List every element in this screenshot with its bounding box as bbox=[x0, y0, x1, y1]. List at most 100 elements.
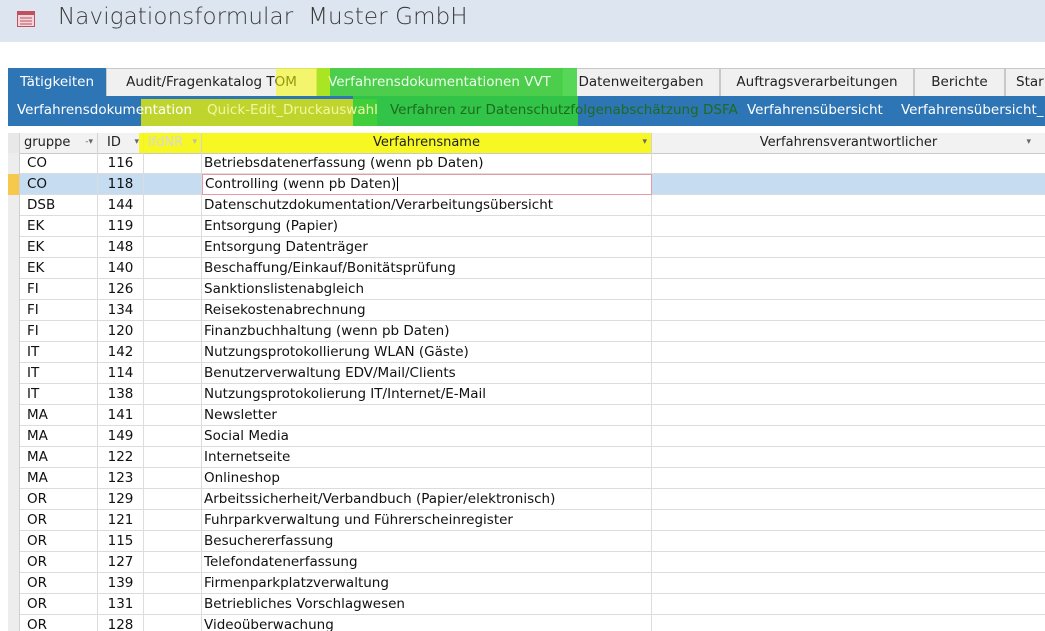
cell-gruppe[interactable]: CO bbox=[20, 153, 98, 174]
record-selector[interactable] bbox=[8, 153, 20, 174]
cell-id[interactable]: 129 bbox=[98, 489, 144, 510]
cell-verfahrensname[interactable]: Benutzerverwaltung EDV/Mail/Clients bbox=[202, 363, 652, 384]
subtab-verfahrensuebersicht-2[interactable]: Verfahrensübersicht_ bbox=[901, 96, 1044, 126]
tab-verfahrensdokumentationen[interactable]: Verfahrensdokumentationen VVT bbox=[317, 68, 562, 96]
cell-verfahrensverantwortlicher[interactable] bbox=[652, 174, 1045, 195]
cell-verfahrensname[interactable]: Telefondatenerfassung bbox=[202, 552, 652, 573]
table-row[interactable]: OR 127 Telefondatenerfassung bbox=[8, 552, 1045, 573]
tab-berichte[interactable]: Berichte bbox=[914, 68, 1005, 96]
cell-verfahrensverantwortlicher[interactable] bbox=[652, 216, 1045, 237]
record-selector[interactable] bbox=[8, 321, 20, 342]
chevron-down-icon[interactable]: ▾ bbox=[642, 133, 647, 152]
column-header-verfahrensname[interactable]: Verfahrensname ▾ bbox=[202, 133, 652, 153]
select-all-corner[interactable] bbox=[8, 133, 20, 153]
record-selector[interactable] bbox=[8, 552, 20, 573]
cell-lfdnr[interactable] bbox=[144, 363, 202, 384]
cell-verfahrensverantwortlicher[interactable] bbox=[652, 447, 1045, 468]
cell-lfdnr[interactable] bbox=[144, 510, 202, 531]
table-row[interactable]: OR 129 Arbeitssicherheit/Verbandbuch (Papi… bbox=[8, 489, 1045, 510]
cell-id[interactable]: 144 bbox=[98, 195, 144, 216]
cell-verfahrensname[interactable]: Internetseite bbox=[202, 447, 652, 468]
cell-lfdnr[interactable] bbox=[144, 405, 202, 426]
cell-id[interactable]: 121 bbox=[98, 510, 144, 531]
tab-taetigkeiten[interactable]: Tätigkeiten bbox=[8, 68, 106, 96]
record-selector[interactable] bbox=[8, 615, 20, 631]
subtab-quick-edit[interactable]: Quick-Edit_Druckauswahl bbox=[207, 96, 378, 126]
cell-id[interactable]: 138 bbox=[98, 384, 144, 405]
cell-verfahrensverantwortlicher[interactable] bbox=[652, 573, 1045, 594]
record-selector[interactable] bbox=[8, 279, 20, 300]
table-row[interactable]: OR 139 Firmenparkplatzverwaltung bbox=[8, 573, 1045, 594]
cell-id[interactable]: 123 bbox=[98, 468, 144, 489]
table-row[interactable]: FI 134 Reisekostenabrechnung bbox=[8, 300, 1045, 321]
table-row[interactable]: CO 116 Betriebsdatenerfassung (wenn pb Dat… bbox=[8, 153, 1045, 174]
cell-lfdnr[interactable] bbox=[144, 468, 202, 489]
cell-lfdnr[interactable] bbox=[144, 153, 202, 174]
tab-start[interactable]: Star bbox=[1005, 68, 1045, 96]
table-row[interactable]: OR 115 Besuchererfassung bbox=[8, 531, 1045, 552]
cell-gruppe[interactable]: DSB bbox=[20, 195, 98, 216]
table-row[interactable]: MA 141 Newsletter bbox=[8, 405, 1045, 426]
cell-verfahrensverantwortlicher[interactable] bbox=[652, 615, 1045, 631]
cell-id[interactable]: 142 bbox=[98, 342, 144, 363]
filter-icon[interactable]: -▾ bbox=[85, 133, 93, 152]
table-row[interactable]: IT 114 Benutzerverwaltung EDV/Mail/Clients bbox=[8, 363, 1045, 384]
record-selector[interactable] bbox=[8, 468, 20, 489]
table-row[interactable]: OR 128 Videoüberwachung bbox=[8, 615, 1045, 631]
cell-verfahrensverantwortlicher[interactable] bbox=[652, 279, 1045, 300]
cell-lfdnr[interactable] bbox=[144, 426, 202, 447]
cell-lfdnr[interactable] bbox=[144, 594, 202, 615]
cell-id[interactable]: 140 bbox=[98, 258, 144, 279]
cell-gruppe[interactable]: EK bbox=[20, 258, 98, 279]
cell-id[interactable]: 131 bbox=[98, 594, 144, 615]
record-selector[interactable] bbox=[8, 300, 20, 321]
cell-id[interactable]: 126 bbox=[98, 279, 144, 300]
record-selector[interactable] bbox=[8, 384, 20, 405]
cell-verfahrensverantwortlicher[interactable] bbox=[652, 594, 1045, 615]
chevron-down-icon[interactable]: ▾ bbox=[1026, 133, 1031, 152]
table-row[interactable]: CO 118 Controlling (wenn pb Daten) bbox=[8, 174, 1045, 195]
cell-verfahrensname[interactable]: Reisekostenabrechnung bbox=[202, 300, 652, 321]
cell-id[interactable]: 128 bbox=[98, 615, 144, 631]
cell-gruppe[interactable]: OR bbox=[20, 489, 98, 510]
record-selector[interactable] bbox=[8, 174, 20, 195]
cell-lfdnr[interactable] bbox=[144, 195, 202, 216]
table-row[interactable]: MA 123 Onlineshop bbox=[8, 468, 1045, 489]
table-row[interactable]: MA 122 Internetseite bbox=[8, 447, 1045, 468]
cell-lfdnr[interactable] bbox=[144, 489, 202, 510]
cell-verfahrensname[interactable]: Finanzbuchhaltung (wenn pb Daten) bbox=[202, 321, 652, 342]
cell-lfdnr[interactable] bbox=[144, 237, 202, 258]
cell-verfahrensname-editor[interactable]: Controlling (wenn pb Daten) bbox=[202, 174, 652, 195]
table-row[interactable]: EK 148 Entsorgung Datenträger bbox=[8, 237, 1045, 258]
cell-gruppe[interactable]: FI bbox=[20, 321, 98, 342]
cell-verfahrensname[interactable]: Nutzungsprotokolierung IT/Internet/E-Mai… bbox=[202, 384, 652, 405]
cell-verfahrensname[interactable]: Newsletter bbox=[202, 405, 652, 426]
cell-gruppe[interactable]: OR bbox=[20, 594, 98, 615]
cell-verfahrensverantwortlicher[interactable] bbox=[652, 489, 1045, 510]
record-selector[interactable] bbox=[8, 489, 20, 510]
cell-verfahrensverantwortlicher[interactable] bbox=[652, 300, 1045, 321]
table-row[interactable]: DSB 144 Datenschutzdokumentation/Verarbeit… bbox=[8, 195, 1045, 216]
record-selector[interactable] bbox=[8, 594, 20, 615]
cell-verfahrensname[interactable]: Datenschutzdokumentation/Verarbeitungsüb… bbox=[202, 195, 652, 216]
column-header-verfahrensverantwortlicher[interactable]: Verfahrensverantwortlicher ▾ bbox=[652, 133, 1045, 153]
cell-verfahrensname[interactable]: Fuhrparkverwaltung und Führerscheinregis… bbox=[202, 510, 652, 531]
cell-lfdnr[interactable] bbox=[144, 342, 202, 363]
table-row[interactable]: MA 149 Social Media bbox=[8, 426, 1045, 447]
cell-verfahrensname[interactable]: Entsorgung (Papier) bbox=[202, 216, 652, 237]
cell-gruppe[interactable]: IT bbox=[20, 342, 98, 363]
cell-verfahrensverantwortlicher[interactable] bbox=[652, 258, 1045, 279]
cell-lfdnr[interactable] bbox=[144, 531, 202, 552]
cell-id[interactable]: 148 bbox=[98, 237, 144, 258]
cell-lfdnr[interactable] bbox=[144, 321, 202, 342]
cell-verfahrensname[interactable]: Onlineshop bbox=[202, 468, 652, 489]
cell-lfdnr[interactable] bbox=[144, 384, 202, 405]
cell-verfahrensverantwortlicher[interactable] bbox=[652, 426, 1045, 447]
cell-gruppe[interactable]: FI bbox=[20, 279, 98, 300]
cell-verfahrensverantwortlicher[interactable] bbox=[652, 510, 1045, 531]
table-row[interactable]: FI 120 Finanzbuchhaltung (wenn pb Daten) bbox=[8, 321, 1045, 342]
column-header-gruppe[interactable]: gruppe -▾ bbox=[20, 133, 98, 153]
table-row[interactable]: OR 131 Betriebliches Vorschlagwesen bbox=[8, 594, 1045, 615]
record-selector[interactable] bbox=[8, 216, 20, 237]
record-selector[interactable] bbox=[8, 447, 20, 468]
